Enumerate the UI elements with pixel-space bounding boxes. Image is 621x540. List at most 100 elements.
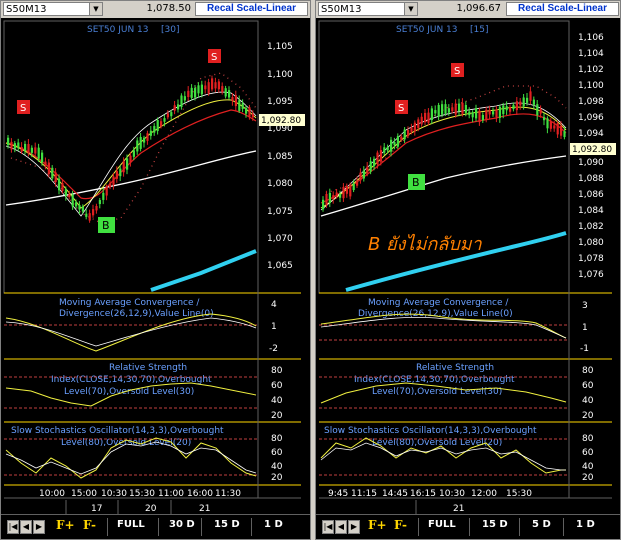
right-rsi-tick: 80 <box>582 366 594 376</box>
candle-body <box>149 130 152 136</box>
candle-body <box>519 101 522 106</box>
right-range-1d-button[interactable]: 1 D <box>576 519 595 530</box>
right-price-tick: 1,090 <box>578 158 604 168</box>
left-sto-title-line1: Slow Stochastics Oscillator(14,3,3),Over… <box>11 426 224 436</box>
candle-body <box>437 105 440 117</box>
candle-body <box>454 103 457 115</box>
left-zoom-in-button[interactable]: F+ <box>56 518 75 532</box>
candle-body <box>143 137 146 143</box>
candle-body <box>430 108 433 121</box>
left-price-tick: 1,105 <box>267 42 293 52</box>
scroll-left-icon[interactable]: ◀ <box>20 520 32 534</box>
candle-body <box>27 144 30 154</box>
candle-body <box>132 150 135 157</box>
right-chart-area[interactable]: SET50 JUN 13 [15] 1,106 1,104 1,102 1,10… <box>316 18 620 516</box>
left-rsi-tick: 60 <box>271 381 283 391</box>
candle-body <box>539 109 542 114</box>
left-recal-scale-button[interactable]: Recal Scale-Linear <box>195 2 308 16</box>
candle-body <box>495 109 498 118</box>
candle-body <box>383 147 386 153</box>
left-range-30d-button[interactable]: 30 D <box>169 519 195 530</box>
right-time-label: 11:15 <box>351 489 377 499</box>
scroll-left-end-icon[interactable]: |◀ <box>7 520 19 534</box>
right-symbol-select[interactable]: S50M13 ▼ <box>318 2 418 16</box>
candle-body <box>54 172 57 183</box>
right-last-price: 1,096.67 <box>456 3 501 14</box>
scroll-left-icon[interactable]: ◀ <box>335 520 347 534</box>
candle-body <box>386 146 389 151</box>
left-chart-window: S50M13 ▼ 1,078.50 Recal Scale-Linear SET… <box>0 0 311 540</box>
left-time-label: 15:30 <box>129 489 155 499</box>
right-macd-tick: 3 <box>582 301 588 311</box>
left-symbol-select[interactable]: S50M13 ▼ <box>3 2 103 16</box>
right-zoom-in-button[interactable]: F+ <box>368 518 387 532</box>
candle-body <box>98 200 101 205</box>
right-time-label: 9:45 <box>328 489 348 499</box>
right-price-tick: 1,076 <box>578 270 604 280</box>
candle-body <box>434 110 437 114</box>
left-full-button[interactable]: FULL <box>117 519 145 530</box>
candle-body <box>88 213 91 221</box>
candle-body <box>197 85 200 94</box>
candle-body <box>61 183 64 192</box>
candle-body <box>366 166 369 173</box>
right-time-label: 12:00 <box>471 489 497 499</box>
right-rsi-tick: 20 <box>582 411 594 421</box>
scroll-left-end-icon[interactable]: |◀ <box>322 520 334 534</box>
candle-body <box>424 112 427 123</box>
left-rsi-tick: 20 <box>271 411 283 421</box>
candle-body <box>536 104 539 116</box>
candle-body <box>238 100 241 111</box>
candle-body <box>505 106 508 111</box>
right-range-15d-button[interactable]: 15 D <box>482 519 508 530</box>
candle-body <box>560 125 563 136</box>
candle-body <box>403 129 406 140</box>
candle-body <box>211 78 214 90</box>
candle-body <box>139 136 142 149</box>
right-price-tag: 1,092.80 <box>572 145 612 155</box>
left-range-15d-button[interactable]: 15 D <box>214 519 240 530</box>
candle-body <box>51 167 54 179</box>
candle-body <box>194 88 197 98</box>
candle-body <box>47 162 50 175</box>
candle-body <box>20 147 23 152</box>
left-price-tick: 1,085 <box>267 152 293 162</box>
right-sto-tick: 60 <box>582 448 594 458</box>
right-recal-scale-button[interactable]: Recal Scale-Linear <box>506 2 619 16</box>
left-time-label: 11:30 <box>215 489 241 499</box>
candle-body <box>78 205 81 210</box>
candle-body <box>146 133 149 141</box>
chevron-down-icon[interactable]: ▼ <box>404 3 417 15</box>
right-time-label: 10:30 <box>439 489 465 499</box>
right-sell-signal-text: S <box>398 103 404 114</box>
left-sell-signal-text: S <box>211 52 217 63</box>
left-day-label: 20 <box>145 504 157 514</box>
right-sto-tick: 80 <box>582 434 594 444</box>
candle-body <box>228 90 231 98</box>
chevron-down-icon[interactable]: ▼ <box>89 3 102 15</box>
candle-body <box>224 88 227 97</box>
right-rsi-tick: 60 <box>582 381 594 391</box>
scroll-right-icon[interactable]: ▶ <box>348 520 360 534</box>
left-zoom-out-button[interactable]: F- <box>83 518 96 532</box>
candle-body <box>444 104 447 114</box>
candle-body <box>345 186 348 194</box>
right-price-tick: 1,082 <box>578 222 604 232</box>
right-range-5d-button[interactable]: 5 D <box>532 519 551 530</box>
right-sto-tick: 20 <box>582 473 594 483</box>
candle-body <box>109 183 112 188</box>
right-price-tick: 1,104 <box>578 49 604 59</box>
right-zoom-out-button[interactable]: F- <box>394 518 407 532</box>
candle-body <box>488 109 491 115</box>
right-full-button[interactable]: FULL <box>428 519 456 530</box>
candle-body <box>532 99 535 105</box>
left-chart-area[interactable]: SET50 JUN 13 [30] 1,105 1,100 1,095 1,09… <box>1 18 310 516</box>
scroll-right-icon[interactable]: ▶ <box>33 520 45 534</box>
candle-body <box>502 105 505 115</box>
left-range-1d-button[interactable]: 1 D <box>264 519 283 530</box>
right-price-tick: 1,094 <box>578 129 604 139</box>
candle-body <box>221 86 224 92</box>
candle-body <box>81 206 84 212</box>
left-price-tick: 1,100 <box>267 70 293 80</box>
left-price-tick: 1,080 <box>267 179 293 189</box>
